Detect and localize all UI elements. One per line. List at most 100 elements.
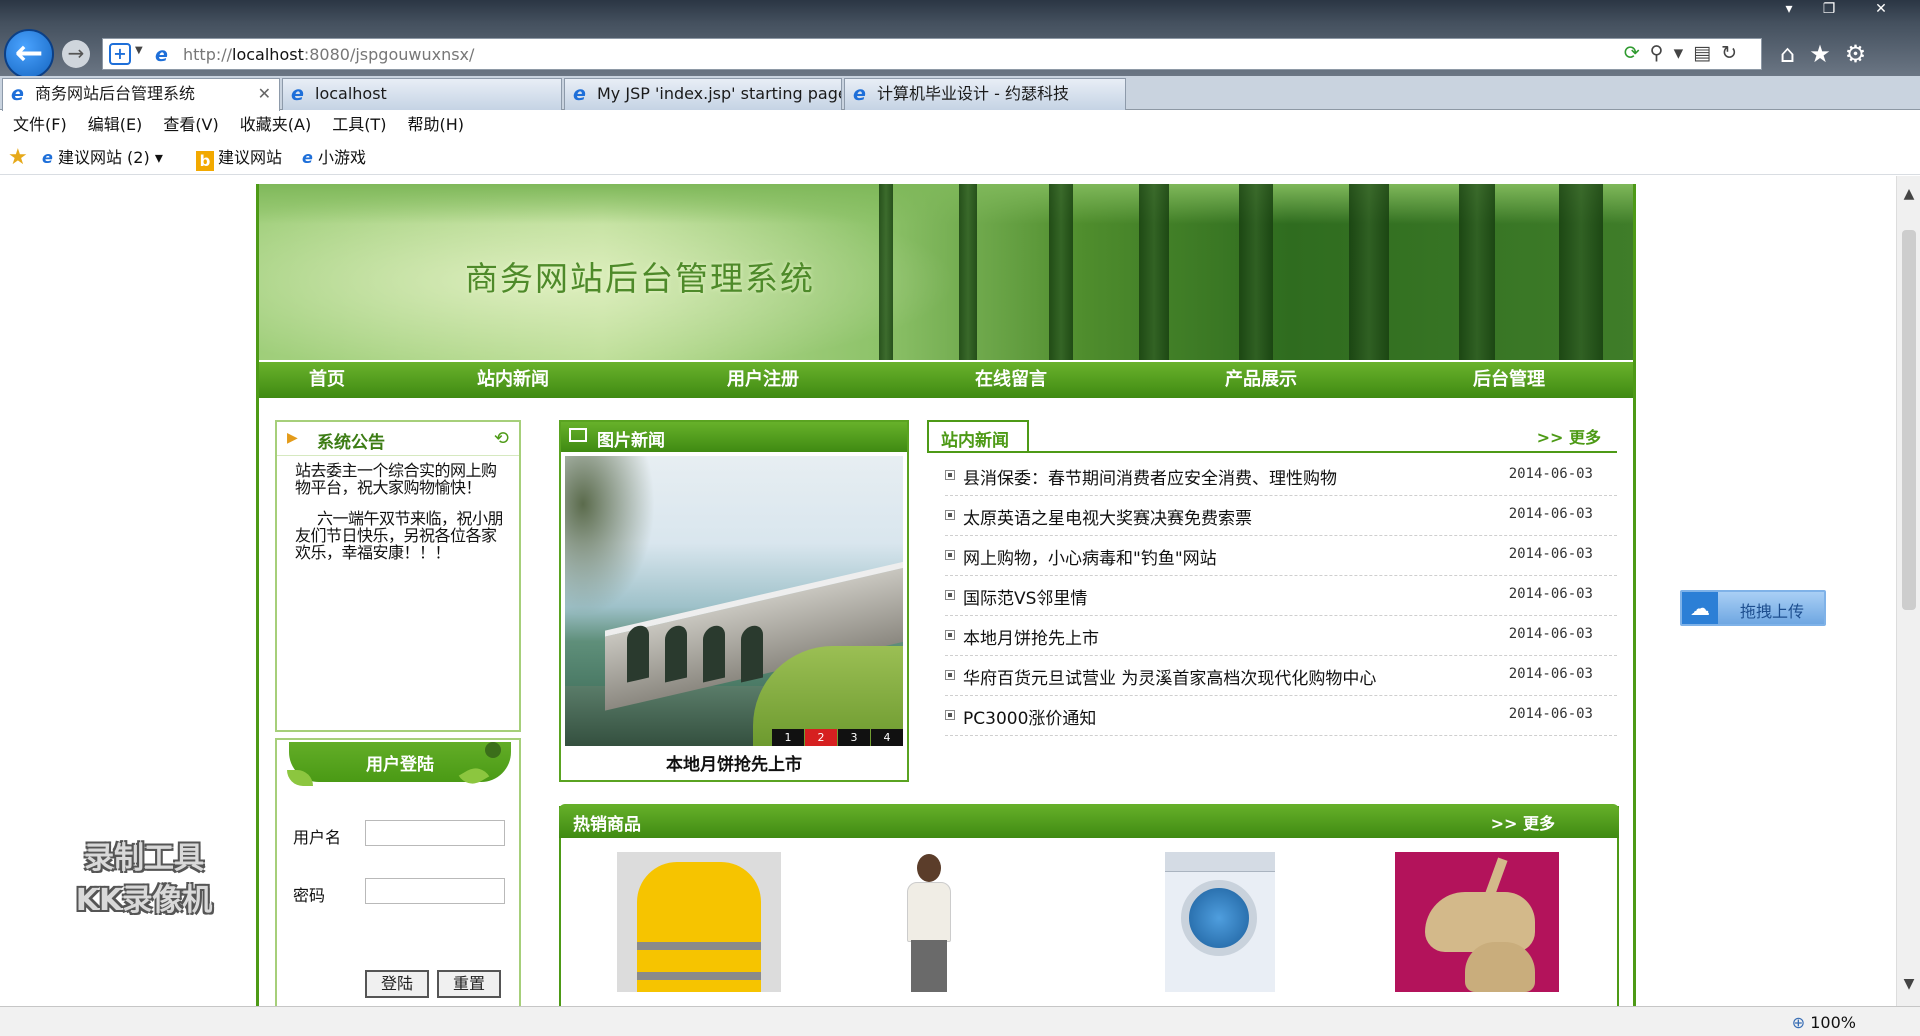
news-item[interactable]: 网上购物，小心病毒和"钓鱼"网站 2014-06-03	[945, 536, 1617, 576]
scroll-thumb[interactable]	[1902, 230, 1916, 610]
menu-help[interactable]: 帮助(H)	[407, 111, 464, 139]
pager-item-1[interactable]: 1	[772, 729, 804, 746]
site-banner: 商务网站后台管理系统	[259, 184, 1633, 360]
notice-box: ▶ 系统公告 ⟲ 站去委主一个综合实的网上购物平台，祝大家购物愉快！ 六一端午双…	[275, 420, 521, 732]
news-title[interactable]: PC3000涨价通知	[963, 704, 1096, 729]
url-scheme: http://	[183, 45, 233, 64]
news-title[interactable]: 太原英语之星电视大奖赛决赛免费索票	[963, 504, 1252, 529]
nav-register[interactable]: 用户注册	[727, 362, 799, 398]
tab-label: localhost	[315, 84, 387, 103]
news-title[interactable]: 网上购物，小心病毒和"钓鱼"网站	[963, 544, 1217, 569]
bridge-arch	[627, 623, 649, 683]
tab-index-jsp[interactable]: e My JSP 'index.jsp' starting page	[564, 78, 842, 110]
product-tshirt[interactable]	[879, 852, 979, 992]
news-item[interactable]: PC3000涨价通知 2014-06-03	[945, 696, 1617, 736]
close-tab-icon[interactable]: ✕	[258, 79, 271, 109]
zoom-control[interactable]: ⊕ 100%	[1792, 1013, 1856, 1032]
back-button[interactable]: ←	[4, 29, 54, 79]
login-button[interactable]: 登陆	[365, 970, 429, 998]
fav-suggested-sites[interactable]: e 建议网站 (2) ▾	[42, 146, 163, 170]
picture-news-caption[interactable]: 本地月饼抢先上市	[561, 750, 907, 775]
search-icon[interactable]: ⚲	[1650, 42, 1674, 64]
scroll-down-icon[interactable]: ▼	[1897, 972, 1920, 996]
tree-trunk	[1239, 184, 1273, 360]
upload-label: 拖拽上传	[1740, 602, 1805, 621]
double-chevron-right-icon: >>	[1490, 814, 1518, 833]
pager-item-3[interactable]: 3	[838, 729, 870, 746]
product-deer-carving[interactable]	[1395, 852, 1559, 992]
image-icon	[569, 428, 587, 442]
drag-upload-widget[interactable]: ☁ 拖拽上传	[1680, 590, 1826, 626]
hot-more-link[interactable]: >> 更多	[1491, 810, 1555, 834]
home-icon[interactable]: ⌂	[1780, 40, 1809, 68]
news-item[interactable]: 太原英语之星电视大奖赛决赛免费索票 2014-06-03	[945, 496, 1617, 536]
chevron-down-icon: ▾	[154, 148, 163, 167]
chevron-down-icon[interactable]: ▼	[135, 45, 143, 56]
tab-graduation-design[interactable]: e 计算机毕业设计 - 约瑟科技	[844, 78, 1126, 110]
tab-admin-system[interactable]: e 商务网站后台管理系统 ✕	[2, 78, 280, 111]
nav-guestbook[interactable]: 在线留言	[975, 362, 1047, 398]
compatibility-icon[interactable]: ▤	[1693, 42, 1721, 64]
scroll-up-icon[interactable]: ▲	[1897, 182, 1920, 206]
tree-trunk	[1459, 184, 1495, 360]
model-shirt	[907, 882, 951, 942]
news-date: 2014-06-03	[1508, 666, 1593, 682]
hot-products-title: 热销商品	[573, 815, 641, 835]
vertical-scrollbar[interactable]: ▲ ▼	[1896, 176, 1920, 1006]
username-input[interactable]	[365, 820, 505, 846]
menu-file[interactable]: 文件(F)	[13, 111, 67, 139]
notice-title: 系统公告	[317, 433, 385, 453]
website-container: 商务网站后台管理系统 首页 站内新闻 用户注册 在线留言 产品展示 后台管理 ▶…	[256, 184, 1636, 1006]
picture-news-title: 图片新闻	[597, 431, 665, 451]
news-item[interactable]: 国际范VS邻里情 2014-06-03	[945, 576, 1617, 616]
nav-admin[interactable]: 后台管理	[1473, 362, 1545, 398]
menu-tools[interactable]: 工具(T)	[332, 111, 386, 139]
pager-item-4[interactable]: 4	[871, 729, 903, 746]
product-raincoat[interactable]	[617, 852, 781, 992]
news-title[interactable]: 华府百货元旦试营业 为灵溪首家高档次现代化购物中心	[963, 664, 1376, 689]
pager-item-2[interactable]: 2	[805, 729, 837, 746]
favorites-star-icon[interactable]: ★	[8, 146, 28, 171]
nav-products[interactable]: 产品展示	[1225, 362, 1297, 398]
minimize-button[interactable]: ▾	[1772, 0, 1806, 20]
compat-view-icon[interactable]: ⟳	[1624, 42, 1650, 64]
refresh-icon: ⟲	[493, 428, 509, 449]
nav-home[interactable]: 首页	[309, 362, 345, 398]
address-actions: ⟳⚲▾▤↻	[1624, 42, 1747, 64]
news-title[interactable]: 县消保委：春节期间消费者应安全消费、理性购物	[963, 464, 1337, 489]
news-more-link[interactable]: >> 更多	[1537, 424, 1601, 448]
refresh-icon[interactable]: ↻	[1721, 42, 1747, 64]
menu-edit[interactable]: 编辑(E)	[88, 111, 143, 139]
news-title[interactable]: 国际范VS邻里情	[963, 584, 1087, 609]
news-item[interactable]: 华府百货元旦试营业 为灵溪首家高档次现代化购物中心 2014-06-03	[945, 656, 1617, 696]
gear-icon[interactable]: ⚙	[1845, 40, 1881, 68]
add-favorite-icon[interactable]: +	[109, 43, 131, 65]
menu-view[interactable]: 查看(V)	[163, 111, 218, 139]
hot-products-header: 热销商品 >> 更多	[559, 804, 1619, 838]
address-url[interactable]: http://localhost:8080/jspgouwuxnsx/	[183, 45, 474, 64]
close-window-button[interactable]: ✕	[1864, 0, 1898, 20]
picture-news-image[interactable]: 1234	[565, 456, 903, 746]
menu-favorites[interactable]: 收藏夹(A)	[240, 111, 311, 139]
news-item[interactable]: 县消保委：春节期间消费者应安全消费、理性购物 2014-06-03	[945, 456, 1617, 496]
reset-button[interactable]: 重置	[437, 970, 501, 998]
news-title[interactable]: 本地月饼抢先上市	[963, 624, 1099, 649]
product-washing-machine[interactable]	[1165, 852, 1275, 992]
restore-button[interactable]: ❐	[1812, 0, 1846, 20]
fav-games-label: 小游戏	[317, 148, 366, 167]
forward-button[interactable]: →	[62, 40, 90, 68]
tab-localhost[interactable]: e localhost	[282, 78, 562, 110]
reflective-stripe	[637, 942, 761, 950]
fav-games[interactable]: e 小游戏	[302, 146, 366, 170]
washer-panel	[1165, 852, 1275, 872]
address-bar[interactable]: + ▼ e http://localhost:8080/jspgouwuxnsx…	[102, 38, 1762, 70]
tree-trunk	[1349, 184, 1389, 360]
washer-drum	[1181, 880, 1257, 956]
fav-bing-suggested[interactable]: b 建议网站	[196, 146, 282, 171]
bird-icon	[485, 742, 501, 758]
news-item[interactable]: 本地月饼抢先上市 2014-06-03	[945, 616, 1617, 656]
password-input[interactable]	[365, 878, 505, 904]
chevron-down-icon[interactable]: ▾	[1674, 42, 1694, 64]
nav-news[interactable]: 站内新闻	[477, 362, 549, 398]
favorites-star-icon[interactable]: ★	[1809, 40, 1845, 68]
